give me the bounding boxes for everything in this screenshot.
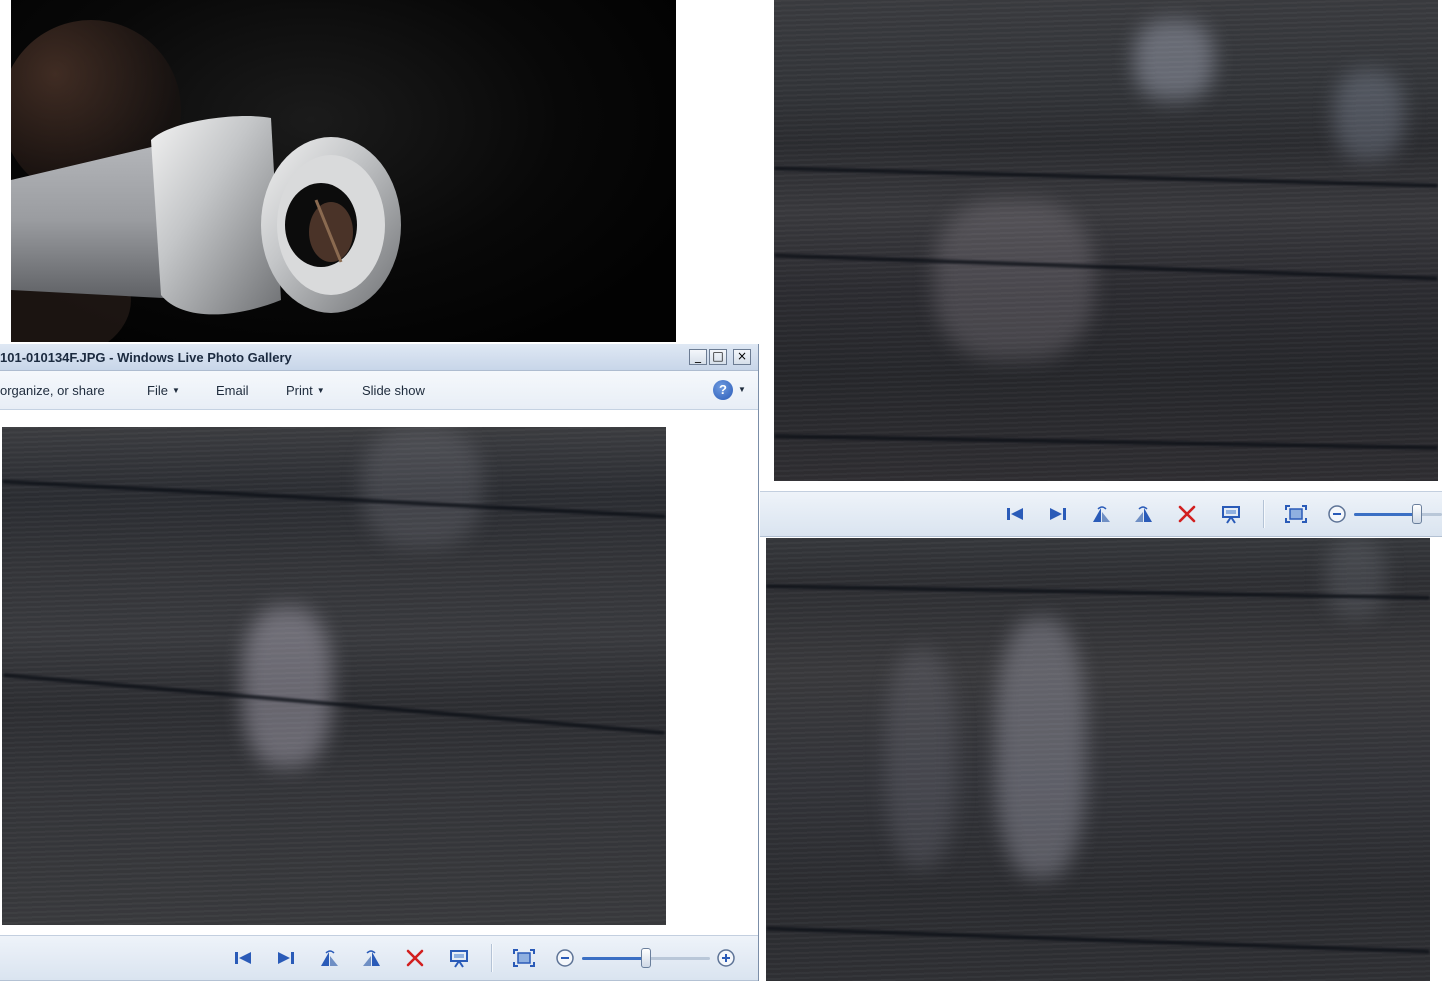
maximize-button[interactable]: □ — [709, 349, 727, 365]
rotate-left-icon[interactable] — [317, 946, 341, 970]
menu-email[interactable]: Email — [216, 383, 249, 398]
chevron-down-icon: ▼ — [171, 386, 180, 395]
zoom-slider-fill — [582, 957, 646, 960]
menu-fix-organize-share[interactable]: organize, or share — [0, 383, 105, 398]
help-icon[interactable]: ? — [713, 380, 733, 400]
zoom-slider-thumb[interactable] — [641, 948, 651, 968]
previous-icon[interactable] — [231, 946, 255, 970]
menu-print-label: Print — [286, 383, 313, 398]
title-bar: 101-010134F.JPG - Windows Live Photo Gal… — [0, 344, 758, 371]
zoom-out-icon[interactable] — [1325, 502, 1349, 526]
menu-bar: organize, or share File ▼ Email Print ▼ Sl… — [0, 371, 758, 410]
fit-to-window-icon[interactable] — [1284, 502, 1308, 526]
delete-icon[interactable] — [403, 946, 427, 970]
rotate-right-icon[interactable] — [1132, 502, 1156, 526]
chevron-down-icon: ▼ — [316, 386, 325, 395]
rotate-right-icon[interactable] — [360, 946, 384, 970]
toolbar-separator — [1263, 500, 1265, 528]
slideshow-icon[interactable] — [1219, 502, 1243, 526]
zoom-in-icon[interactable] — [714, 946, 738, 970]
delete-icon[interactable] — [1175, 502, 1199, 526]
menu-print[interactable]: Print ▼ — [286, 383, 325, 398]
zoom-slider-thumb[interactable] — [1412, 504, 1422, 524]
next-icon[interactable] — [274, 946, 298, 970]
rotate-left-icon[interactable] — [1089, 502, 1113, 526]
scan-bottomright — [766, 538, 1430, 981]
menu-file[interactable]: File ▼ — [147, 383, 180, 398]
barrel-illustration — [11, 20, 401, 342]
toolbar-main — [0, 935, 758, 981]
close-button[interactable]: × — [733, 349, 751, 365]
minimize-button[interactable]: _ — [689, 349, 707, 365]
toolbar-right — [760, 491, 1442, 537]
zoom-out-icon[interactable] — [553, 946, 577, 970]
chevron-down-icon[interactable]: ▼ — [738, 385, 746, 394]
scan-main — [2, 427, 666, 925]
slideshow-icon[interactable] — [447, 946, 471, 970]
toolbar-separator — [491, 944, 493, 972]
previous-icon[interactable] — [1003, 502, 1027, 526]
menu-slide-show[interactable]: Slide show — [362, 383, 425, 398]
zoom-slider[interactable] — [1354, 504, 1442, 524]
scan-topright — [774, 0, 1438, 481]
zoom-slider-fill — [1354, 513, 1417, 516]
menu-file-label: File — [147, 383, 168, 398]
zoom-slider[interactable] — [582, 948, 710, 968]
next-icon[interactable] — [1046, 502, 1070, 526]
barrel-photo — [11, 0, 676, 342]
window-title: 101-010134F.JPG - Windows Live Photo Gal… — [0, 350, 292, 365]
fit-to-window-icon[interactable] — [512, 946, 536, 970]
